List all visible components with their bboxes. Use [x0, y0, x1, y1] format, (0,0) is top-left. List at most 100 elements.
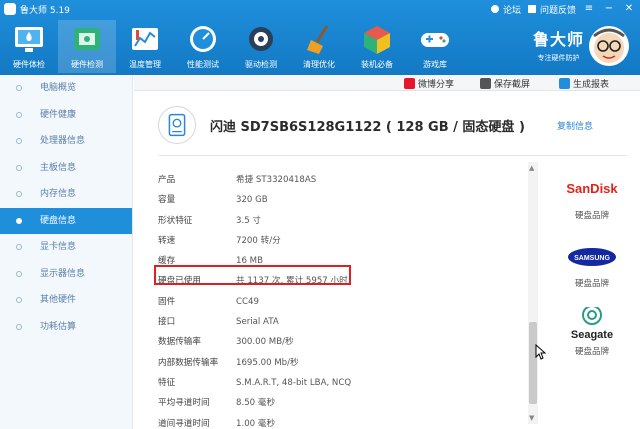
sidebar-item-label: 功耗估算 — [40, 321, 77, 332]
nav-label: 硬件体检 — [13, 60, 45, 69]
nav-cleanup[interactable]: 清理优化 — [290, 20, 348, 73]
sidebar-item-overview[interactable]: 电脑概览 — [0, 75, 132, 102]
seagate-logo-text: Seagate — [571, 329, 613, 341]
sidebar-item-cpu[interactable]: 处理器信息 — [0, 128, 132, 155]
sidebar-item-display[interactable]: 显示器信息 — [0, 261, 132, 288]
brand-block: 鲁大师 专注硬件防护 — [533, 26, 584, 63]
generate-report-label: 生成报表 — [573, 80, 610, 90]
sidebar-item-label: 硬盘信息 — [40, 215, 77, 226]
spec-key: 数据传输率 — [158, 337, 201, 348]
spec-row: 接口 Serial ATA — [158, 312, 518, 332]
sidebar-item-label: 其他硬件 — [40, 295, 77, 305]
sidebar-item-motherboard[interactable]: 主板信息 — [0, 155, 132, 182]
weibo-icon — [404, 78, 415, 89]
sidebar-item-other[interactable]: 其他硬件 — [0, 287, 132, 314]
nav-performance-test[interactable]: 性能测试 — [174, 20, 232, 73]
brand-card-seagate: Seagate 硬盘品牌 — [544, 301, 640, 369]
spec-row: 产品 希捷 ST3320418AS — [158, 170, 518, 190]
nav-temperature[interactable]: 温度管理 — [116, 20, 174, 73]
spec-row: 内部数据传输率 1695.00 Mb/秒 — [158, 353, 518, 373]
brand-caption: 硬盘品牌 — [574, 279, 609, 289]
nav-label: 温度管理 — [129, 60, 161, 69]
bullet-icon — [16, 138, 22, 144]
spec-value: 8.50 毫秒 — [236, 398, 276, 409]
bullet-icon — [16, 270, 22, 277]
thermometer-chart-icon — [132, 28, 158, 50]
mouse-cursor-icon — [535, 344, 547, 360]
spec-row: 数据传输率 300.00 MB/秒 — [158, 332, 518, 352]
scroll-down-icon[interactable]: ▼ — [529, 414, 534, 422]
main-nav: 硬件体检 硬件检测 温度管理 性能测试 驱动检测 清理优化 装机必备 游戏库 — [0, 20, 464, 73]
spec-row: 容量 320 GB — [158, 190, 518, 210]
scroll-up-icon[interactable]: ▲ — [529, 164, 534, 172]
nav-label: 性能测试 — [187, 60, 219, 69]
report-icon — [559, 78, 570, 89]
menu-button[interactable]: ≡ — [582, 2, 596, 16]
spec-value: S.M.A.R.T, 48-bit LBA, NCQ — [236, 377, 352, 388]
save-screenshot-button[interactable]: 保存截屏 — [480, 77, 530, 90]
sidebar-item-label: 处理器信息 — [40, 136, 86, 146]
spec-value: 300.00 MB/秒 — [236, 337, 294, 348]
monitor-icon — [15, 27, 43, 52]
spec-value: 1.00 毫秒 — [236, 418, 276, 429]
brand-caption: 硬盘品牌 — [574, 211, 609, 221]
spec-key: 内部数据传输率 — [158, 357, 219, 368]
spec-row: 平均寻道时间 8.50 毫秒 — [158, 393, 518, 413]
spec-key: 转速 — [158, 235, 176, 246]
spec-list: 产品 希捷 ST3320418AS 容量 320 GB 形状特征 3.5 寸 转速 72… — [158, 170, 518, 429]
spec-value: 3.5 寸 — [236, 215, 261, 226]
scrollbar[interactable]: ▲ ▼ — [528, 162, 538, 424]
sidebar-item-disk[interactable]: 硬盘信息 — [0, 207, 132, 234]
forum-link[interactable]: 论坛 — [490, 3, 521, 16]
save-screenshot-label: 保存截屏 — [494, 80, 531, 90]
scroll-thumb[interactable] — [529, 322, 537, 404]
nav-game-library[interactable]: 游戏库 — [406, 20, 464, 73]
weibo-share-label: 微博分享 — [418, 80, 455, 90]
hard-disk-icon — [158, 106, 196, 144]
sandisk-logo-icon: SanDisk — [566, 181, 618, 196]
sidebar-item-label: 硬件健康 — [40, 109, 77, 120]
close-button[interactable]: ✕ — [622, 2, 636, 16]
nav-hardware-checkup[interactable]: 硬件体检 — [0, 20, 58, 73]
camera-icon — [480, 78, 491, 89]
weibo-share-button[interactable]: 微博分享 — [404, 77, 454, 90]
spec-row: 道间寻道时间 1.00 毫秒 — [158, 414, 518, 429]
bullet-icon — [16, 244, 22, 250]
spec-row: 特征 S.M.A.R.T, 48-bit LBA, NCQ — [158, 373, 518, 393]
sidebar-item-label: 显卡信息 — [40, 242, 77, 252]
minimize-button[interactable]: − — [602, 2, 616, 16]
feedback-link[interactable]: 问题反馈 — [527, 3, 576, 16]
brand-panel: SanDisk 硬盘品牌 SAMSUNG 硬盘品牌 Seagate 硬盘品牌 — [544, 165, 640, 369]
nav-essentials[interactable]: 装机必备 — [348, 20, 406, 73]
brand-card-sandisk: SanDisk 硬盘品牌 — [544, 165, 640, 233]
forum-link-label: 论坛 — [502, 5, 521, 16]
spec-value: Serial ATA — [236, 317, 279, 328]
broom-icon — [307, 25, 329, 54]
sidebar-item-health[interactable]: 硬件健康 — [0, 102, 132, 129]
sidebar-item-power[interactable]: 功耗估算 — [0, 314, 132, 341]
spec-key: 道间寻道时间 — [158, 418, 210, 429]
copy-info-link[interactable]: 复制信息 — [557, 119, 593, 132]
spec-key: 产品 — [158, 175, 176, 185]
gear-driver-icon — [249, 27, 273, 51]
sidebar-item-label: 主板信息 — [40, 162, 77, 173]
title-bar: 鲁大师 5.19 论坛 问题反馈 ≡ − ✕ — [0, 0, 640, 18]
nav-driver-detect[interactable]: 驱动检测 — [232, 20, 290, 73]
spec-key: 容量 — [158, 195, 176, 206]
sidebar-item-label: 电脑概览 — [40, 83, 77, 93]
cube-icon — [364, 26, 390, 54]
spec-row: 形状特征 3.5 寸 — [158, 211, 518, 231]
sandisk-logo-text: SanDisk — [566, 181, 618, 196]
seagate-logo-icon: Seagate — [571, 307, 613, 341]
sidebar-item-memory[interactable]: 内存信息 — [0, 181, 132, 208]
bullet-icon — [16, 85, 22, 91]
circuit-board-icon — [74, 28, 100, 50]
spec-row: 固件 CC49 — [158, 292, 518, 312]
window-controls: 论坛 问题反馈 ≡ − ✕ — [490, 2, 636, 16]
generate-report-button[interactable]: 生成报表 — [559, 77, 609, 90]
sidebar-item-gpu[interactable]: 显卡信息 — [0, 234, 132, 261]
feedback-icon — [527, 5, 536, 13]
nav-hardware-detect[interactable]: 硬件检测 — [58, 20, 116, 73]
spec-value: 希捷 ST3320418AS — [236, 175, 317, 185]
nav-label: 清理优化 — [303, 60, 335, 69]
